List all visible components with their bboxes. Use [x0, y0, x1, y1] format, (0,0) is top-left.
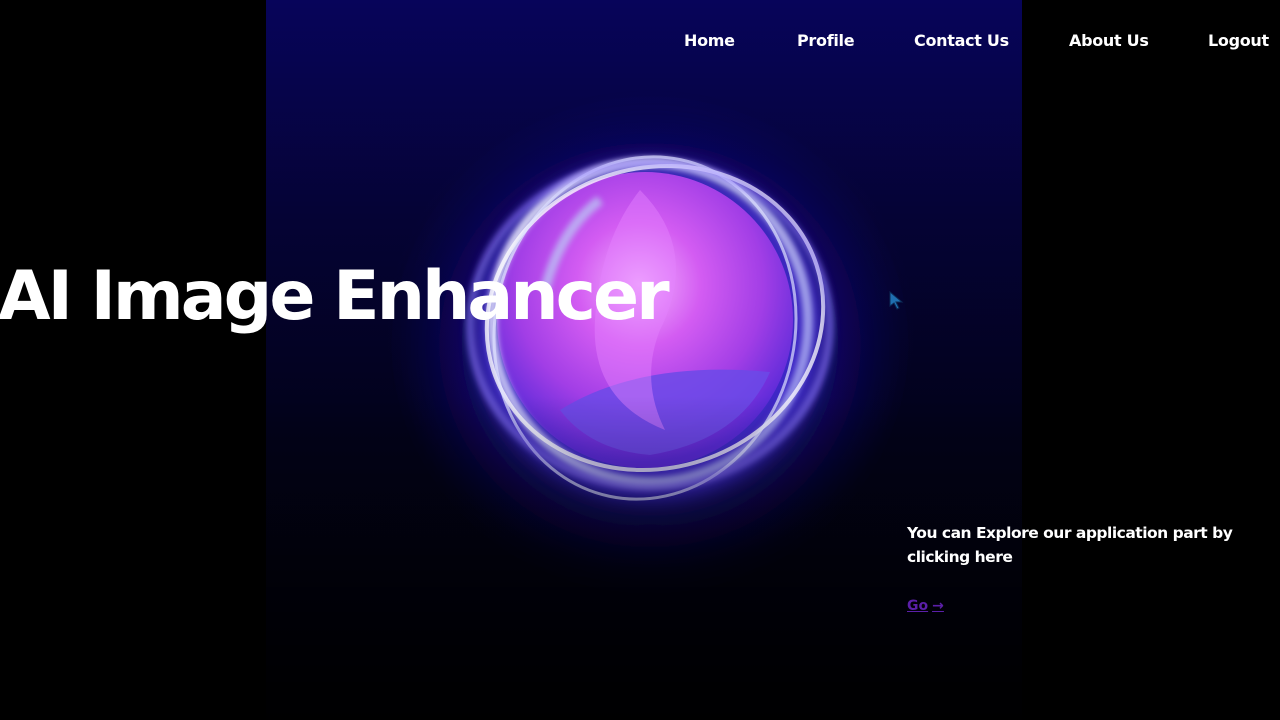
nav-about-us-link[interactable]: About Us — [1069, 29, 1149, 53]
landing-page: Home Profile Contact Us About Us Logout … — [0, 0, 1280, 720]
hero-title: AI Image Enhancer — [0, 257, 670, 336]
nav-contact-us-link[interactable]: Contact Us — [914, 29, 1009, 53]
nav-home-link[interactable]: Home — [684, 29, 735, 53]
top-navigation: Home Profile Contact Us About Us Logout — [0, 29, 1280, 55]
go-link-label: Go — [907, 598, 929, 614]
go-link[interactable]: Go → — [907, 595, 944, 617]
nav-logout-link[interactable]: Logout — [1208, 29, 1269, 53]
arrow-right-icon: → — [932, 598, 944, 614]
explore-description: You can Explore our application part by … — [907, 524, 1233, 566]
cursor-arrow-icon — [889, 290, 904, 310]
nav-profile-link[interactable]: Profile — [797, 29, 855, 53]
